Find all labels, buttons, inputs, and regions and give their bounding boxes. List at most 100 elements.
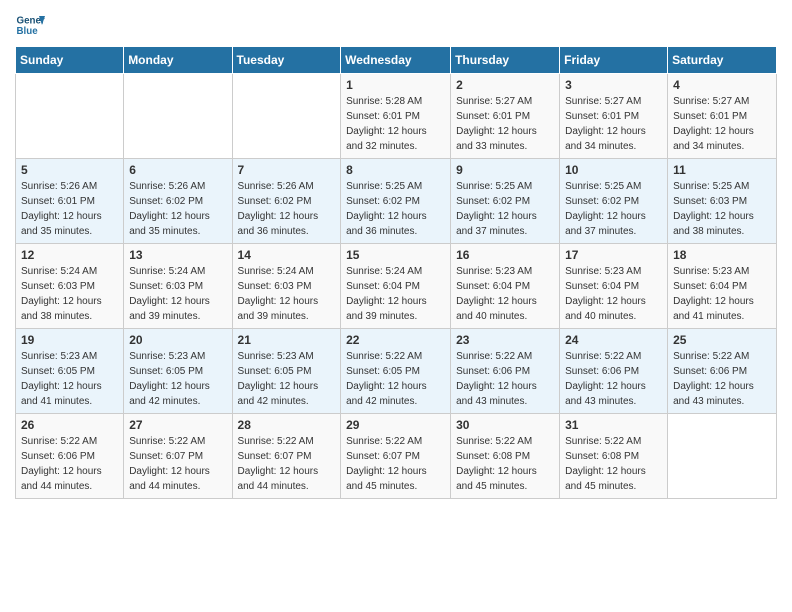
day-number: 29 [346,418,445,432]
calendar-cell: 12 Sunrise: 5:24 AM Sunset: 6:03 PM Dayli… [16,244,124,329]
day-number: 27 [129,418,226,432]
calendar-week-row: 26Sunrise: 5:22 AM Sunset: 6:06 PM Dayli… [16,414,777,499]
day-number: 17 [565,248,662,262]
day-info: Sunrise: 5:24 AM Sunset: 6:04 PM Dayligh… [346,264,445,324]
calendar-cell: 31Sunrise: 5:22 AM Sunset: 6:08 PM Dayli… [560,414,668,499]
calendar-cell: 25 Sunrise: 5:22 AM Sunset: 6:06 PM Dayli… [668,329,777,414]
calendar-cell: 3 Sunrise: 5:27 AM Sunset: 6:01 PM Daylig… [560,74,668,159]
calendar-cell: 26Sunrise: 5:22 AM Sunset: 6:06 PM Dayli… [16,414,124,499]
day-info: Sunrise: 5:28 AM Sunset: 6:01 PM Dayligh… [346,94,445,154]
calendar-cell: 19 Sunrise: 5:23 AM Sunset: 6:05 PM Dayli… [16,329,124,414]
day-number: 28 [238,418,336,432]
day-number: 20 [129,333,226,347]
day-number: 11 [673,163,771,177]
day-number: 24 [565,333,662,347]
day-info: Sunrise: 5:25 AM Sunset: 6:02 PM Dayligh… [565,179,662,239]
calendar-cell: 23 Sunrise: 5:22 AM Sunset: 6:06 PM Dayli… [451,329,560,414]
day-number: 4 [673,78,771,92]
calendar-cell: 15 Sunrise: 5:24 AM Sunset: 6:04 PM Dayli… [341,244,451,329]
day-number: 23 [456,333,554,347]
day-info: Sunrise: 5:22 AM Sunset: 6:06 PM Dayligh… [565,349,662,409]
calendar-day-header: Monday [124,47,232,74]
day-number: 3 [565,78,662,92]
calendar-cell: 8Sunrise: 5:25 AM Sunset: 6:02 PM Daylig… [341,159,451,244]
day-info: Sunrise: 5:24 AM Sunset: 6:03 PM Dayligh… [129,264,226,324]
day-number: 30 [456,418,554,432]
calendar-day-header: Thursday [451,47,560,74]
day-info: Sunrise: 5:23 AM Sunset: 6:04 PM Dayligh… [565,264,662,324]
day-number: 1 [346,78,445,92]
day-number: 15 [346,248,445,262]
day-info: Sunrise: 5:27 AM Sunset: 6:01 PM Dayligh… [673,94,771,154]
logo: General Blue [15,10,45,40]
day-number: 9 [456,163,554,177]
calendar-body: 1 Sunrise: 5:28 AM Sunset: 6:01 PM Daylig… [16,74,777,499]
calendar-week-row: 19 Sunrise: 5:23 AM Sunset: 6:05 PM Dayli… [16,329,777,414]
day-info: Sunrise: 5:25 AM Sunset: 6:03 PM Dayligh… [673,179,771,239]
day-number: 31 [565,418,662,432]
day-number: 26 [21,418,118,432]
day-info: Sunrise: 5:23 AM Sunset: 6:04 PM Dayligh… [673,264,771,324]
calendar-cell: 14 Sunrise: 5:24 AM Sunset: 6:03 PM Dayli… [232,244,341,329]
day-info: Sunrise: 5:22 AM Sunset: 6:07 PM Dayligh… [346,434,445,494]
calendar-cell: 29 Sunrise: 5:22 AM Sunset: 6:07 PM Dayli… [341,414,451,499]
day-info: Sunrise: 5:25 AM Sunset: 6:02 PM Dayligh… [456,179,554,239]
day-number: 8 [346,163,445,177]
day-info: Sunrise: 5:22 AM Sunset: 6:06 PM Dayligh… [456,349,554,409]
day-info: Sunrise: 5:26 AM Sunset: 6:02 PM Dayligh… [238,179,336,239]
calendar-cell: 2Sunrise: 5:27 AM Sunset: 6:01 PM Daylig… [451,74,560,159]
day-info: Sunrise: 5:23 AM Sunset: 6:05 PM Dayligh… [21,349,118,409]
day-number: 10 [565,163,662,177]
calendar-cell: 1 Sunrise: 5:28 AM Sunset: 6:01 PM Daylig… [341,74,451,159]
day-info: Sunrise: 5:23 AM Sunset: 6:04 PM Dayligh… [456,264,554,324]
day-info: Sunrise: 5:26 AM Sunset: 6:02 PM Dayligh… [129,179,226,239]
day-info: Sunrise: 5:22 AM Sunset: 6:05 PM Dayligh… [346,349,445,409]
day-number: 6 [129,163,226,177]
calendar-cell: 11 Sunrise: 5:25 AM Sunset: 6:03 PM Dayli… [668,159,777,244]
day-number: 19 [21,333,118,347]
calendar-cell: 5Sunrise: 5:26 AM Sunset: 6:01 PM Daylig… [16,159,124,244]
calendar-cell [16,74,124,159]
day-info: Sunrise: 5:23 AM Sunset: 6:05 PM Dayligh… [238,349,336,409]
day-info: Sunrise: 5:27 AM Sunset: 6:01 PM Dayligh… [565,94,662,154]
calendar-cell: 17 Sunrise: 5:23 AM Sunset: 6:04 PM Dayli… [560,244,668,329]
calendar-cell: 4 Sunrise: 5:27 AM Sunset: 6:01 PM Daylig… [668,74,777,159]
calendar-cell: 18Sunrise: 5:23 AM Sunset: 6:04 PM Dayli… [668,244,777,329]
calendar-cell: 6 Sunrise: 5:26 AM Sunset: 6:02 PM Daylig… [124,159,232,244]
calendar-cell: 13 Sunrise: 5:24 AM Sunset: 6:03 PM Dayli… [124,244,232,329]
day-number: 25 [673,333,771,347]
calendar-cell: 22 Sunrise: 5:22 AM Sunset: 6:05 PM Dayli… [341,329,451,414]
calendar-cell: 24 Sunrise: 5:22 AM Sunset: 6:06 PM Dayli… [560,329,668,414]
calendar-cell: 20 Sunrise: 5:23 AM Sunset: 6:05 PM Dayli… [124,329,232,414]
day-info: Sunrise: 5:22 AM Sunset: 6:06 PM Dayligh… [673,349,771,409]
svg-text:Blue: Blue [17,26,39,37]
day-info: Sunrise: 5:26 AM Sunset: 6:01 PM Dayligh… [21,179,118,239]
calendar-week-row: 5Sunrise: 5:26 AM Sunset: 6:01 PM Daylig… [16,159,777,244]
calendar-week-row: 12 Sunrise: 5:24 AM Sunset: 6:03 PM Dayli… [16,244,777,329]
day-info: Sunrise: 5:22 AM Sunset: 6:08 PM Dayligh… [456,434,554,494]
day-number: 21 [238,333,336,347]
day-number: 16 [456,248,554,262]
day-info: Sunrise: 5:24 AM Sunset: 6:03 PM Dayligh… [21,264,118,324]
day-number: 7 [238,163,336,177]
calendar-cell: 7 Sunrise: 5:26 AM Sunset: 6:02 PM Daylig… [232,159,341,244]
calendar-day-header: Saturday [668,47,777,74]
calendar-day-header: Sunday [16,47,124,74]
calendar-header: SundayMondayTuesdayWednesdayThursdayFrid… [16,47,777,74]
day-number: 22 [346,333,445,347]
calendar-day-header: Tuesday [232,47,341,74]
day-info: Sunrise: 5:27 AM Sunset: 6:01 PM Dayligh… [456,94,554,154]
day-number: 14 [238,248,336,262]
day-number: 13 [129,248,226,262]
day-number: 12 [21,248,118,262]
calendar-cell: 21 Sunrise: 5:23 AM Sunset: 6:05 PM Dayli… [232,329,341,414]
calendar-cell: 10 Sunrise: 5:25 AM Sunset: 6:02 PM Dayli… [560,159,668,244]
header: General Blue [15,10,777,40]
calendar-cell: 27Sunrise: 5:22 AM Sunset: 6:07 PM Dayli… [124,414,232,499]
day-info: Sunrise: 5:24 AM Sunset: 6:03 PM Dayligh… [238,264,336,324]
calendar-week-row: 1 Sunrise: 5:28 AM Sunset: 6:01 PM Daylig… [16,74,777,159]
calendar-cell: 9 Sunrise: 5:25 AM Sunset: 6:02 PM Daylig… [451,159,560,244]
day-info: Sunrise: 5:23 AM Sunset: 6:05 PM Dayligh… [129,349,226,409]
calendar-table: SundayMondayTuesdayWednesdayThursdayFrid… [15,46,777,499]
calendar-cell [668,414,777,499]
